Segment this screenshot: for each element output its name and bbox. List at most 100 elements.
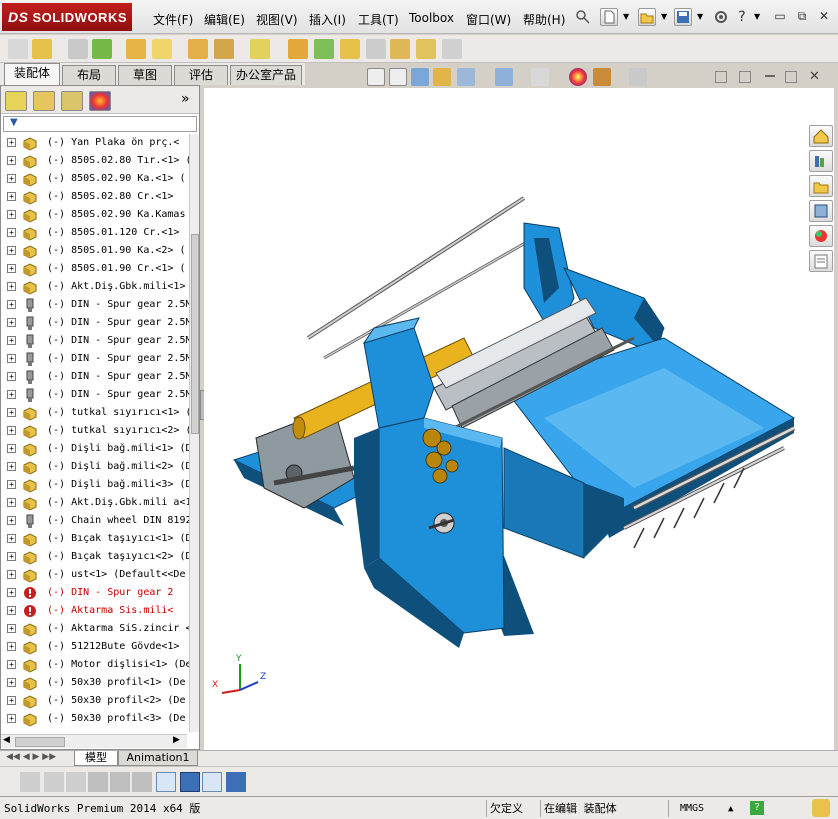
units-menu-icon[interactable]: ▲ [728, 801, 733, 817]
split-horizontal-icon[interactable] [715, 71, 727, 83]
tab-model[interactable]: 模型 [74, 751, 118, 766]
expand-toggle-icon[interactable]: + [7, 696, 16, 705]
apply-scene-icon[interactable] [593, 68, 611, 86]
new-dropdown-icon[interactable]: ▼ [623, 12, 629, 21]
tree-item[interactable]: + (-) 850S.02.90 Ka.Kamas [1, 206, 189, 224]
property-manager-tab-icon[interactable] [33, 91, 55, 111]
expand-toggle-icon[interactable]: + [7, 426, 16, 435]
expand-toggle-icon[interactable]: + [7, 318, 16, 327]
graphics-area[interactable]: Y X Z [204, 88, 834, 750]
feature-manager-tab-icon[interactable] [5, 91, 27, 111]
expand-toggle-icon[interactable]: + [7, 246, 16, 255]
tree-item[interactable]: + (-) Aktarma Sis.mili< [1, 602, 189, 620]
tree-item[interactable]: + (-) Akt.Diş.Gbk.mili<1> [1, 278, 189, 296]
view-palette-icon[interactable] [809, 200, 833, 222]
smart-fasteners-icon[interactable] [126, 39, 146, 59]
tree-item[interactable]: + (-) DIN - Spur gear 2.5M [1, 386, 189, 404]
expand-toggle-icon[interactable]: + [7, 264, 16, 273]
new-document-icon[interactable] [600, 8, 618, 26]
list-icon[interactable] [88, 772, 108, 792]
tree-item[interactable]: + (-) Chain wheel DIN 8192 [1, 512, 189, 530]
expand-toggle-icon[interactable]: + [7, 336, 16, 345]
tree-item[interactable]: + (-) 50x30 profil<2> (De [1, 692, 189, 710]
status-help-icon[interactable]: ? [750, 801, 764, 815]
expand-toggle-icon[interactable]: + [7, 300, 16, 309]
tab-animation1[interactable]: Animation1 [118, 751, 198, 766]
expand-toggle-icon[interactable]: + [7, 642, 16, 651]
expand-toggle-icon[interactable]: + [7, 534, 16, 543]
zoom-to-fit-icon[interactable] [367, 68, 385, 86]
pan-icon[interactable] [66, 772, 86, 792]
tab-office-products[interactable]: 办公室产品 [230, 65, 302, 85]
tree-item[interactable]: + (-) Dişli bağ.mili<1> (D [1, 440, 189, 458]
tree-item[interactable]: + (-) tutkal sıyırıcı<2> (De [1, 422, 189, 440]
linear-pattern-icon[interactable] [92, 39, 112, 59]
expand-toggle-icon[interactable]: + [7, 372, 16, 381]
instant3d-icon[interactable] [390, 39, 410, 59]
grid-icon[interactable] [110, 772, 130, 792]
chart-icon[interactable] [156, 772, 176, 792]
solidworks-resources-icon[interactable] [809, 125, 833, 147]
tree-item[interactable]: + (-) DIN - Spur gear 2.5M [1, 350, 189, 368]
expand-toggle-icon[interactable]: + [7, 714, 16, 723]
tree-item[interactable]: + (-) 850S.02.80 Tır.<1> ( [1, 152, 189, 170]
expand-toggle-icon[interactable]: + [7, 570, 16, 579]
tree-item[interactable]: + (-) 51212Bute Gövde<1> [1, 638, 189, 656]
tree-item[interactable]: + (-) ust<1> (Default<<De [1, 566, 189, 584]
tab-evaluate[interactable]: 评估 [174, 65, 228, 85]
tree-item[interactable]: + (-) 850S.01.90 Ka.<2> ( [1, 242, 189, 260]
tree-item[interactable]: + (-) 850S.01.90 Cr.<1> ( [1, 260, 189, 278]
expand-toggle-icon[interactable]: + [7, 516, 16, 525]
move-component-icon[interactable] [152, 39, 172, 59]
configuration-manager-tab-icon[interactable] [61, 91, 83, 111]
tree-horizontal-scrollbar[interactable]: ◀ ▶ [1, 734, 187, 748]
expand-toggle-icon[interactable]: + [7, 138, 16, 147]
menu-file[interactable]: 文件(F) [153, 11, 193, 28]
solidworks-logo[interactable]: DS SOLIDWORKS [2, 3, 132, 31]
tree-item[interactable]: + (-) Bıçak taşıyıcı<1> (Def [1, 530, 189, 548]
restore-button[interactable]: ⧉ [795, 9, 809, 23]
tree-item[interactable]: + (-) Yan Plaka ön prç.< [1, 134, 189, 152]
save-view-icon[interactable] [226, 772, 246, 792]
tree-item[interactable]: + (-) Motor dişlisi<1> (De [1, 656, 189, 674]
tree-item[interactable]: + (-) Dişli bağ.mili<2> (D [1, 458, 189, 476]
tree-item[interactable]: + (-) tutkal sıyırıcı<1> (De [1, 404, 189, 422]
expand-toggle-icon[interactable]: + [7, 390, 16, 399]
tree-item[interactable]: + (-) Aktarma SiS.zincir < [1, 620, 189, 638]
close-button[interactable]: ✕ [817, 9, 831, 23]
view-orientation-icon[interactable] [457, 68, 475, 86]
display-pane-icon[interactable] [20, 772, 40, 792]
appearances-icon[interactable] [809, 225, 833, 247]
display-manager-tab-icon[interactable] [89, 91, 111, 111]
expand-toggle-icon[interactable]: + [7, 498, 16, 507]
tree-item[interactable]: + (-) DIN - Spur gear 2.5M [1, 332, 189, 350]
tab-layout[interactable]: 布局 [62, 65, 116, 85]
split-vertical-icon[interactable] [739, 71, 751, 83]
design-library-icon[interactable] [809, 150, 833, 172]
expand-toggle-icon[interactable]: + [7, 678, 16, 687]
filter-bar[interactable]: ▼ [3, 116, 197, 132]
horizontal-scroll-thumb[interactable] [15, 737, 65, 747]
tab-nav-icon[interactable]: ◀◀ ◀ ▶ ▶▶ [6, 752, 56, 762]
expand-toggle-icon[interactable]: + [7, 282, 16, 291]
expand-toggle-icon[interactable]: + [7, 156, 16, 165]
tree-item[interactable]: + (-) 850S.02.80 Cr.<1> [1, 188, 189, 206]
menu-edit[interactable]: 编辑(E) [204, 11, 245, 28]
menu-view[interactable]: 视图(V) [256, 11, 298, 28]
custom-properties-icon[interactable] [809, 250, 833, 272]
rotate-icon[interactable] [44, 772, 64, 792]
expand-toggle-icon[interactable]: + [7, 480, 16, 489]
display-style-icon[interactable] [495, 68, 513, 86]
tree-item[interactable]: + (-) Akt.Diş.Gbk.mili a<1 [1, 494, 189, 512]
menu-insert[interactable]: 插入(I) [309, 11, 346, 28]
insert-component-icon[interactable] [8, 39, 28, 59]
expand-toggle-icon[interactable]: + [7, 228, 16, 237]
help-icon[interactable]: ? [733, 8, 751, 26]
edit-appearance-icon[interactable] [569, 68, 587, 86]
tree-vertical-scrollbar[interactable] [189, 134, 199, 732]
tree-item[interactable]: + (-) 50x30 profil<3> (De [1, 710, 189, 728]
expand-toggle-icon[interactable]: + [7, 588, 16, 597]
table-view-icon[interactable] [202, 772, 222, 792]
open-dropdown-icon[interactable]: ▼ [661, 12, 667, 21]
hide-show-items-icon[interactable] [531, 68, 549, 86]
